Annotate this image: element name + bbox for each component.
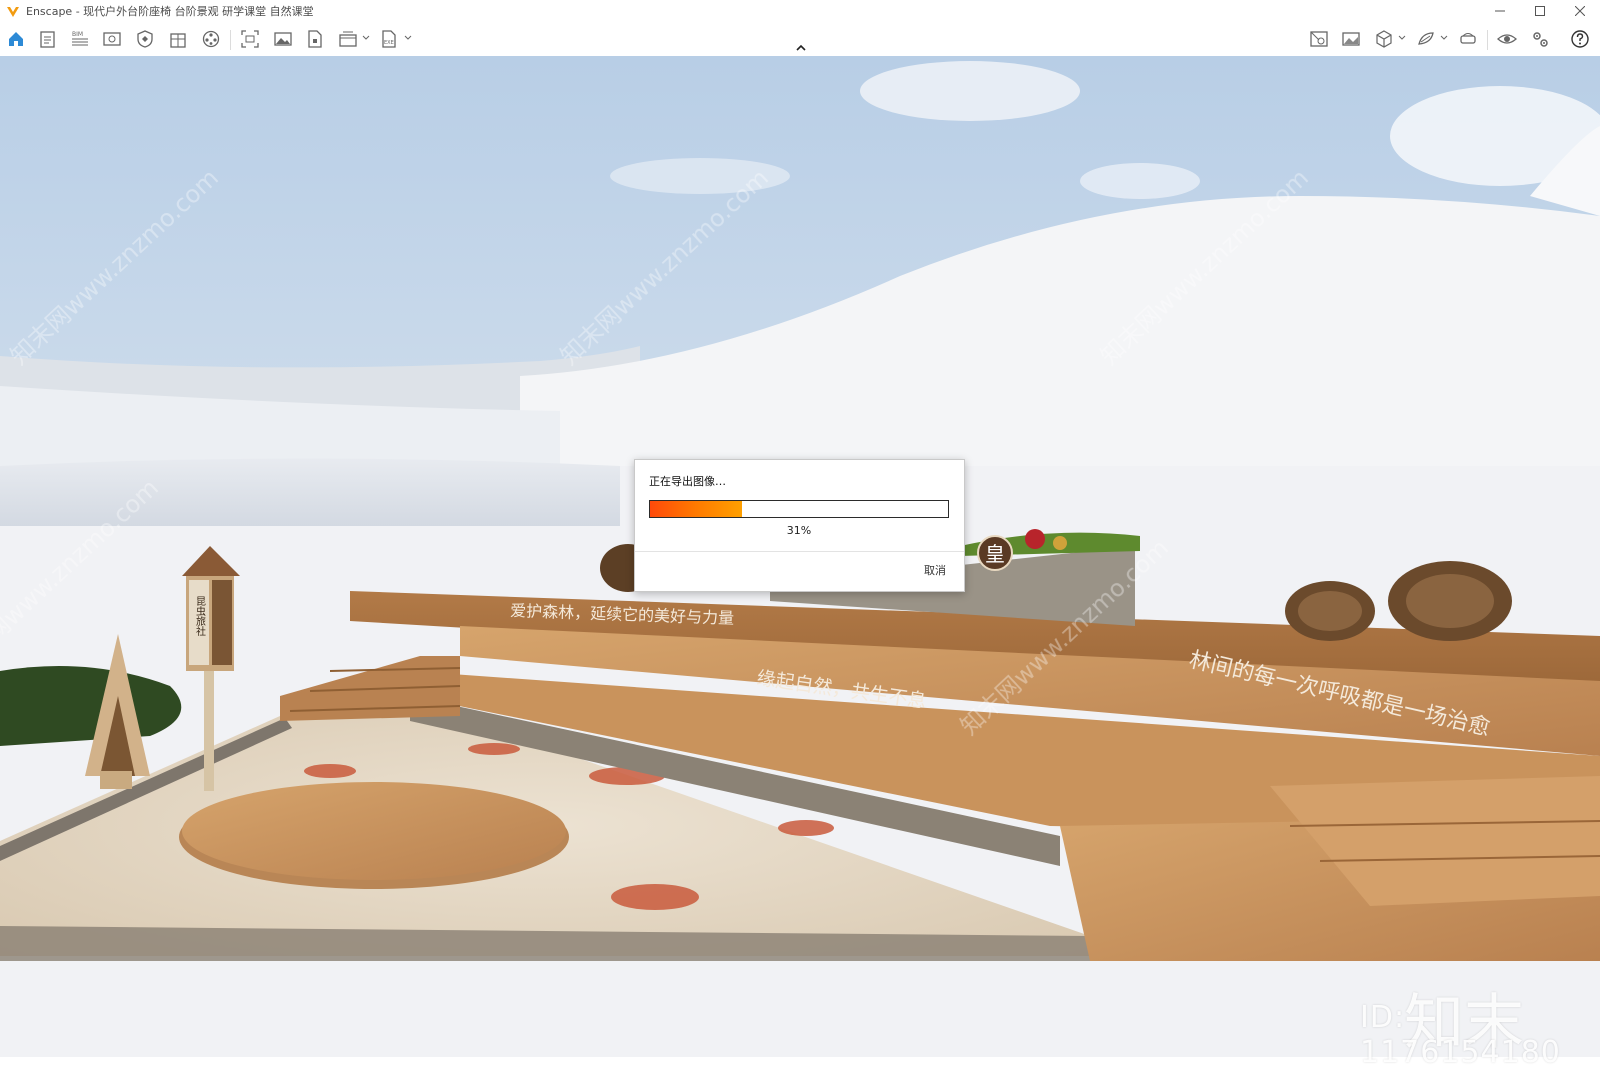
chevron-down-icon[interactable] (1398, 34, 1406, 42)
close-icon (1575, 6, 1585, 16)
insect-marker (468, 743, 520, 755)
cloud (1080, 163, 1200, 199)
svg-text:EXE: EXE (384, 40, 394, 46)
badge-char: 皇 (985, 542, 1005, 566)
film-icon (202, 30, 220, 48)
batch-render-icon (339, 31, 357, 47)
vr-headset-button[interactable] (1456, 28, 1480, 50)
dialog-divider (635, 551, 964, 552)
maximize-icon (1535, 6, 1545, 16)
building-icon (170, 33, 186, 48)
render-image-button[interactable] (271, 28, 295, 50)
chevron-down-icon[interactable] (404, 34, 412, 42)
svg-text:BIM: BIM (72, 31, 83, 38)
screenshot-icon (241, 30, 259, 48)
shield-icon (137, 30, 153, 48)
cloud (860, 61, 1080, 121)
shield-button[interactable] (133, 28, 157, 50)
settings-icon (1533, 32, 1548, 47)
window-title: Enscape - 现代户外台阶座椅 台阶景观 研学课堂 自然课堂 (26, 5, 314, 18)
material-editor-button[interactable] (1414, 28, 1438, 50)
toolbar-separator (230, 30, 231, 50)
settings-button[interactable] (1528, 28, 1552, 50)
snow-shadow (0, 458, 620, 526)
export-progress-dialog: 正在导出图像… 31% 取消 (634, 459, 965, 592)
material-icon (1418, 32, 1434, 45)
screenshot-button[interactable] (238, 28, 262, 50)
document-button[interactable] (36, 28, 60, 50)
bee-decor (1053, 536, 1067, 550)
video-editor-button[interactable] (199, 28, 223, 50)
export-pdf-button[interactable] (303, 28, 327, 50)
pine-cone (1285, 581, 1375, 641)
export-exe-button[interactable]: EXE (377, 28, 401, 50)
gallery-button[interactable] (1339, 28, 1363, 50)
progress-fill (650, 501, 743, 517)
close-window-button[interactable] (1560, 0, 1600, 22)
exe-export-icon: EXE (382, 30, 396, 48)
toolbar-separator (1487, 30, 1488, 50)
progress-bar (649, 500, 949, 518)
help-icon (1571, 30, 1589, 48)
view-icon (103, 32, 121, 46)
eye-icon (1497, 34, 1517, 44)
object-button[interactable] (1372, 28, 1396, 50)
asset-library-button[interactable] (1307, 28, 1331, 50)
collapse-toolbar-icon[interactable] (795, 44, 807, 52)
view-management-button[interactable] (100, 28, 124, 50)
document-icon (40, 31, 55, 48)
cube-icon (1376, 30, 1392, 48)
bim-icon: BIM (72, 31, 88, 46)
image-icon (274, 32, 292, 46)
help-button[interactable] (1568, 28, 1592, 50)
dialog-title: 正在导出图像… (649, 475, 726, 488)
gallery-icon (1342, 32, 1360, 46)
progress-percent: 31% (786, 524, 812, 537)
insect-marker (611, 884, 699, 910)
round-wood-platform (182, 782, 566, 880)
window-controls (1480, 0, 1600, 22)
asset-library-icon (1310, 31, 1328, 47)
minimize-button[interactable] (1480, 0, 1520, 22)
insect-marker (304, 764, 356, 778)
maximize-button[interactable] (1520, 0, 1560, 22)
minimize-icon (1495, 10, 1505, 12)
bim-button[interactable]: BIM (68, 28, 92, 50)
home-icon (9, 32, 23, 46)
title-bar: Enscape - 现代户外台阶座椅 台阶景观 研学课堂 自然课堂 (0, 0, 1600, 22)
insect-marker (778, 820, 834, 836)
cancel-button[interactable]: 取消 (924, 562, 946, 578)
chevron-down-icon[interactable] (1440, 34, 1448, 42)
enscape-logo-icon (7, 7, 19, 17)
building-button[interactable] (166, 28, 190, 50)
id-watermark: ID: 1176154180 (1360, 1000, 1561, 1070)
chevron-down-icon[interactable] (362, 34, 370, 42)
vr-headset-icon (1460, 33, 1476, 44)
insect-hotel-label: 昆虫旅社 (194, 596, 206, 637)
live-view-button[interactable] (1495, 28, 1519, 50)
home-button[interactable] (4, 28, 28, 50)
batch-render-button[interactable] (336, 28, 360, 50)
pine-cone (1388, 561, 1512, 641)
ladybug-decor (1025, 529, 1045, 549)
pdf-icon (308, 30, 322, 48)
